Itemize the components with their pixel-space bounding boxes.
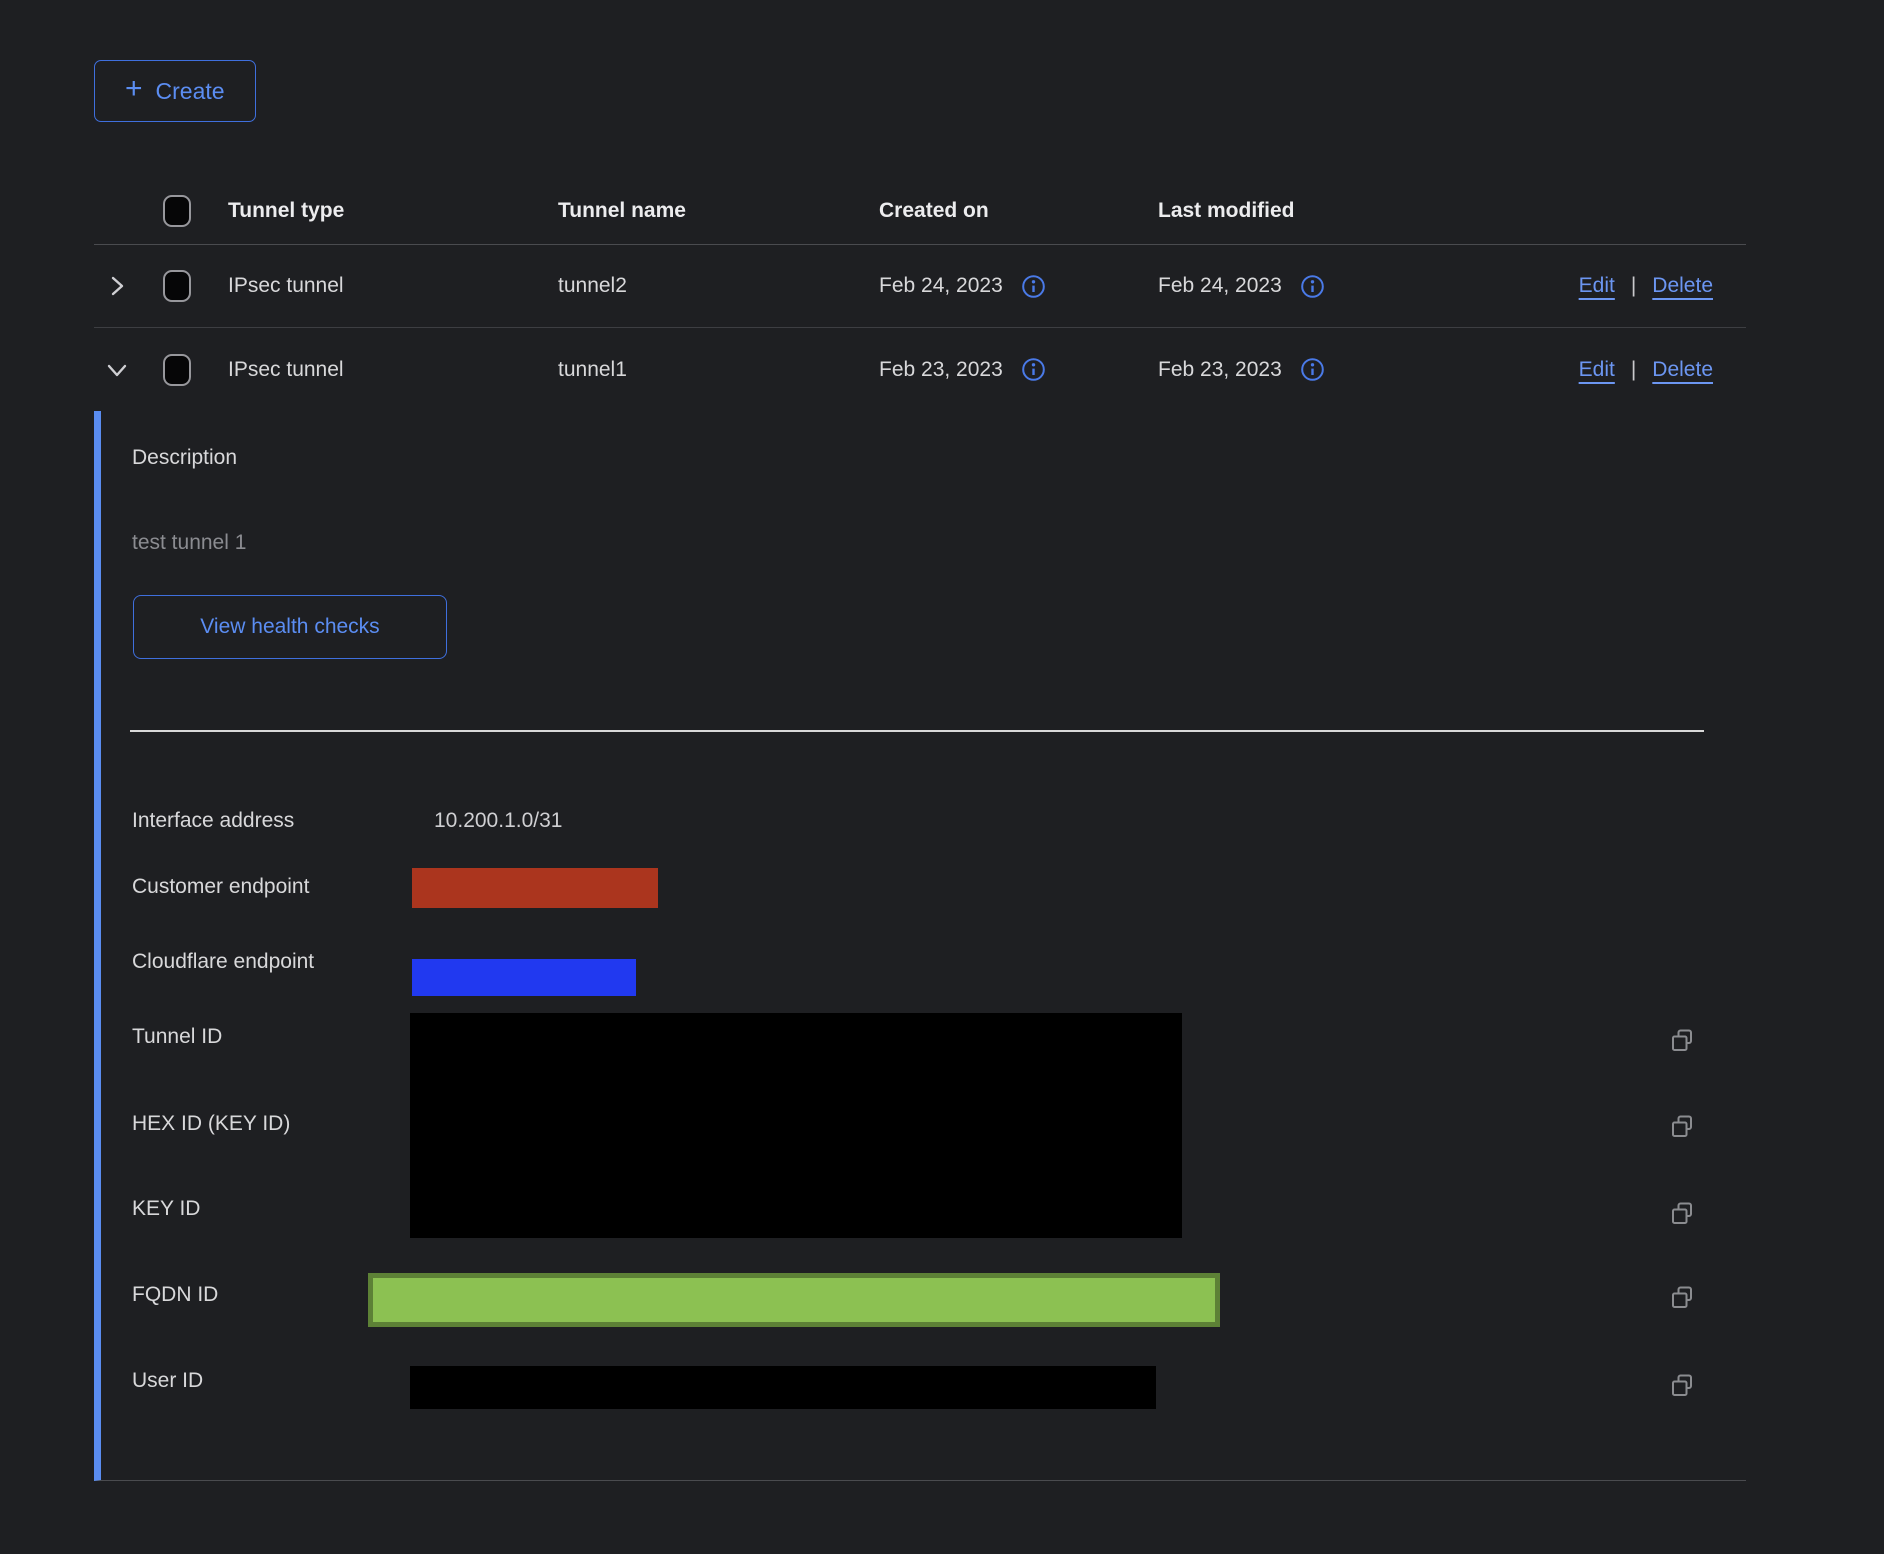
view-health-checks-button[interactable]: View health checks <box>133 595 447 659</box>
tunnels-table: Tunnel type Tunnel name Created on Last … <box>94 177 1746 411</box>
created-on-cell: Feb 23, 2023 <box>879 358 1003 382</box>
copy-user-id-button[interactable] <box>1668 1371 1696 1399</box>
copy-key-id-button[interactable] <box>1668 1199 1696 1227</box>
actions-separator: | <box>1631 274 1636 298</box>
row-checkbox[interactable] <box>163 270 191 302</box>
fqdn-id-redacted-value <box>368 1273 1220 1327</box>
cloudflare-endpoint-redacted-value <box>412 959 636 996</box>
ids-redacted-value <box>410 1013 1182 1238</box>
table-header-row: Tunnel type Tunnel name Created on Last … <box>94 177 1746 245</box>
select-all-checkbox[interactable] <box>163 195 191 227</box>
expand-row-control[interactable] <box>94 273 163 299</box>
info-icon[interactable] <box>1300 274 1325 299</box>
tunnel-name-cell: tunnel1 <box>558 358 879 382</box>
copy-tunnel-id-button[interactable] <box>1668 1026 1696 1054</box>
table-row: IPsec tunnel tunnel1 Feb 23, 2023 Feb 23… <box>94 328 1746 411</box>
interface-address-label: Interface address <box>132 809 294 833</box>
chevron-down-icon[interactable] <box>104 357 130 383</box>
info-icon[interactable] <box>1300 357 1325 382</box>
edit-link[interactable]: Edit <box>1579 358 1615 382</box>
delete-link[interactable]: Delete <box>1652 274 1713 298</box>
created-on-cell: Feb 24, 2023 <box>879 274 1003 298</box>
tunnel-type-cell: IPsec tunnel <box>228 358 558 382</box>
header-created-on: Created on <box>879 199 1158 223</box>
collapse-row-control[interactable] <box>94 357 163 383</box>
section-divider <box>130 730 1704 732</box>
key-id-label: KEY ID <box>132 1197 200 1221</box>
chevron-right-icon[interactable] <box>104 273 130 299</box>
edit-link[interactable]: Edit <box>1579 274 1615 298</box>
actions-separator: | <box>1631 358 1636 382</box>
header-tunnel-type: Tunnel type <box>228 199 558 223</box>
fqdn-id-label: FQDN ID <box>132 1283 218 1307</box>
table-row: IPsec tunnel tunnel2 Feb 24, 2023 Feb 24… <box>94 245 1746 328</box>
tunnel-type-cell: IPsec tunnel <box>228 274 558 298</box>
info-icon[interactable] <box>1021 357 1046 382</box>
last-modified-cell: Feb 23, 2023 <box>1158 358 1282 382</box>
ipsec-tunnels-page: + Create Tunnel type Tunnel name Created… <box>0 0 1884 1554</box>
last-modified-cell: Feb 24, 2023 <box>1158 274 1282 298</box>
cloudflare-endpoint-label: Cloudflare endpoint <box>132 950 314 974</box>
tunnel-detail-panel: Description test tunnel 1 View health ch… <box>94 411 1746 1481</box>
user-id-label: User ID <box>132 1369 203 1393</box>
customer-endpoint-label: Customer endpoint <box>132 875 309 899</box>
interface-address-value: 10.200.1.0/31 <box>434 809 562 833</box>
user-id-redacted-value <box>410 1366 1156 1409</box>
copy-icon[interactable] <box>1668 1112 1696 1140</box>
copy-icon[interactable] <box>1668 1371 1696 1399</box>
delete-link[interactable]: Delete <box>1652 358 1713 382</box>
create-button[interactable]: + Create <box>94 60 256 122</box>
description-label: Description <box>132 446 237 470</box>
header-tunnel-name: Tunnel name <box>558 199 879 223</box>
tunnel-id-label: Tunnel ID <box>132 1025 222 1049</box>
plus-icon: + <box>125 74 143 104</box>
copy-fqdn-id-button[interactable] <box>1668 1283 1696 1311</box>
customer-endpoint-redacted-value <box>412 868 658 908</box>
description-value: test tunnel 1 <box>132 531 246 555</box>
copy-icon[interactable] <box>1668 1283 1696 1311</box>
hex-id-label: HEX ID (KEY ID) <box>132 1112 290 1136</box>
info-icon[interactable] <box>1021 274 1046 299</box>
header-last-modified: Last modified <box>1158 199 1446 223</box>
copy-icon[interactable] <box>1668 1199 1696 1227</box>
copy-hex-id-button[interactable] <box>1668 1112 1696 1140</box>
row-checkbox[interactable] <box>163 354 191 386</box>
create-button-label: Create <box>156 78 225 105</box>
tunnel-name-cell: tunnel2 <box>558 274 879 298</box>
copy-icon[interactable] <box>1668 1026 1696 1054</box>
